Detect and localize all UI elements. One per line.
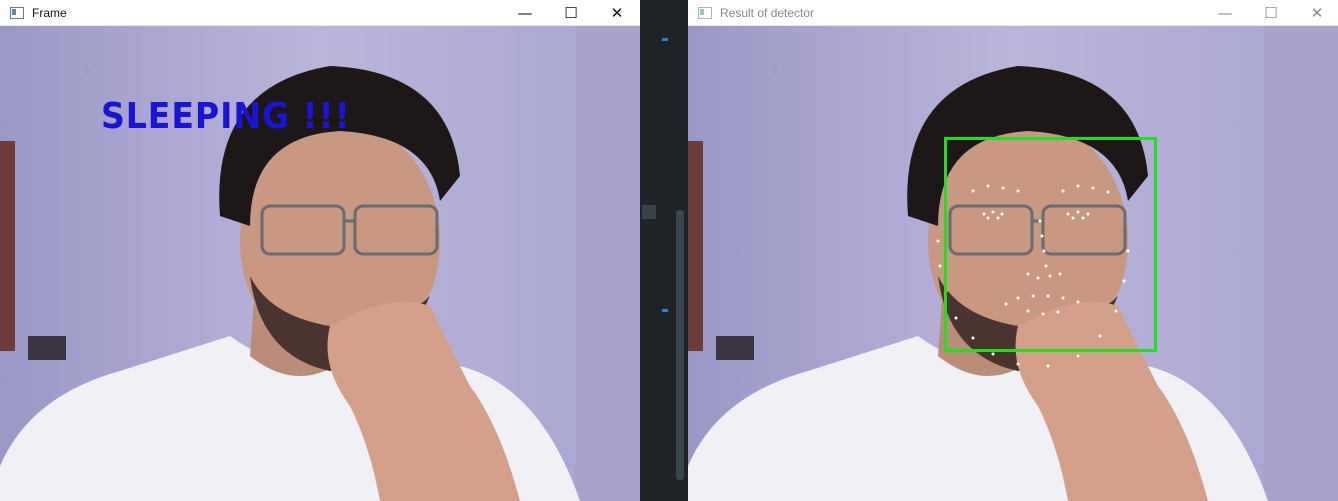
window-title: Result of detector <box>720 5 815 20</box>
editor-marker <box>662 38 668 41</box>
detector-window[interactable]: Result of detector — ☐ ✕ <box>688 0 1338 501</box>
camera-frame-view: SLEEPING !!! <box>0 26 640 501</box>
close-button[interactable]: ✕ <box>1294 0 1338 25</box>
window-app-icon <box>10 6 24 19</box>
minimize-button[interactable]: — <box>502 0 548 25</box>
frame-titlebar[interactable]: Frame — ☐ ✕ <box>0 0 640 26</box>
sleeping-alert-text: SLEEPING !!! <box>101 96 351 137</box>
maximize-button[interactable]: ☐ <box>1248 0 1294 25</box>
close-button[interactable]: ✕ <box>594 0 640 25</box>
window-title: Frame <box>32 5 67 20</box>
face-bounding-box <box>944 137 1157 352</box>
window-controls: — ☐ ✕ <box>1202 0 1338 25</box>
editor-marker <box>662 309 668 312</box>
detector-titlebar[interactable]: Result of detector — ☐ ✕ <box>688 0 1338 26</box>
window-controls: — ☐ ✕ <box>502 0 640 25</box>
background-editor-strip <box>640 0 688 501</box>
frame-window[interactable]: Frame — ☐ ✕ SLEEPING !!! <box>0 0 640 501</box>
detector-view <box>688 26 1338 501</box>
maximize-button[interactable]: ☐ <box>548 0 594 25</box>
editor-gutter-thumb <box>642 205 656 219</box>
editor-scrollbar[interactable] <box>676 210 684 480</box>
minimize-button[interactable]: — <box>1202 0 1248 25</box>
window-app-icon <box>698 6 712 19</box>
